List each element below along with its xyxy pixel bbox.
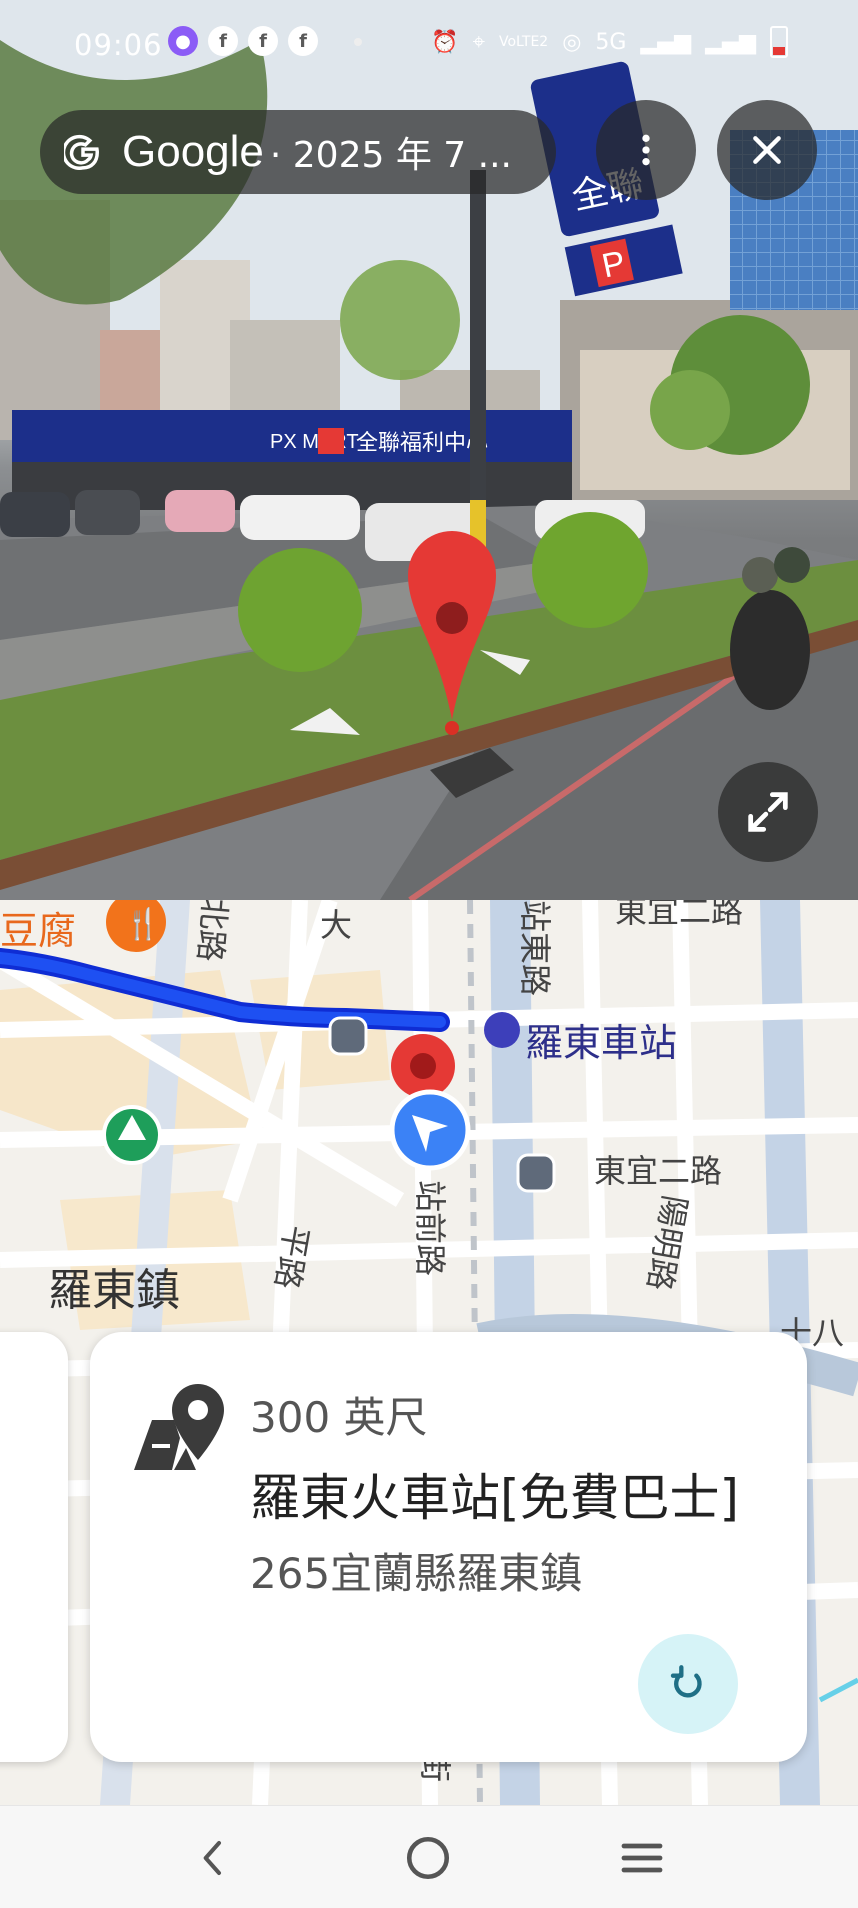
facebook-icon: f (248, 26, 278, 56)
map-label-tofu: 豆腐 (0, 909, 77, 953)
hotspot-icon: ◎ (562, 29, 582, 55)
place-route-icon (134, 1384, 224, 1470)
signal-icon: ▂▄▆ (640, 29, 692, 55)
system-icons: ⏰ ⌖ VoLTE2 ◎ 5G ▂▄▆ ▂▄▆ (431, 26, 788, 58)
recents-button[interactable] (612, 1832, 672, 1884)
previous-place-card[interactable] (0, 1332, 68, 1762)
map-label-east-road: 東宜二路 (594, 1152, 723, 1190)
map-label-road-top-right: 東宜二路 (615, 900, 744, 930)
refresh-button[interactable] (638, 1634, 738, 1734)
map-label-road-top-left: 北路 (190, 900, 235, 964)
google-icon (64, 134, 99, 171)
more-options-button[interactable] (596, 100, 696, 200)
battery-icon (770, 26, 788, 58)
home-button[interactable] (398, 1832, 458, 1884)
place-card[interactable]: 300 英尺 羅東火車站[免費巴士] 265宜蘭縣羅東鎮 (90, 1332, 807, 1762)
place-title: 羅東火車站[免費巴士] (250, 1469, 740, 1527)
signal-icon: ▂▄▆ (705, 29, 756, 55)
map-label-station-front-road: 站前路 (411, 1180, 449, 1277)
place-distance: 300 英尺 (250, 1393, 428, 1442)
volte-label: VoLTE2 (498, 34, 549, 50)
back-button[interactable] (184, 1832, 244, 1884)
status-time: 09:06 (74, 28, 163, 62)
map-label-town: 羅東鎮 (48, 1265, 180, 1316)
alarm-icon: ⏰ (431, 29, 459, 55)
facebook-icon: f (288, 26, 318, 56)
more-notifications-dot (354, 38, 362, 46)
home-icon (406, 1836, 450, 1880)
system-nav-bar (0, 1805, 858, 1908)
svg-text:PX MART: PX MART (270, 431, 359, 453)
google-brand: Google (122, 127, 264, 176)
expand-button[interactable] (718, 762, 818, 862)
street-view-panorama[interactable]: PX MART 全聯福利中心 全聯 P 09:06 ● f f f ⏰ ⌖ Vo… (0, 0, 858, 900)
svg-text:全聯福利中心: 全聯福利中心 (356, 431, 488, 456)
location-icon: ⌖ (472, 29, 485, 55)
refresh-icon (670, 1665, 702, 1698)
close-icon (753, 136, 781, 164)
expand-icon (748, 792, 788, 832)
account-icon: ● (168, 26, 198, 56)
back-icon (203, 1841, 221, 1875)
status-bar: 09:06 ● f f f ⏰ ⌖ VoLTE2 ◎ 5G ▂▄▆ ▂▄▆ (0, 0, 858, 90)
capture-date: · 2025 年 7 ... (269, 135, 512, 176)
close-button[interactable] (717, 100, 817, 200)
svg-text:🍴: 🍴 (124, 906, 161, 942)
map-label-station: 羅東車站 (525, 1021, 678, 1065)
more-vert-icon (642, 134, 650, 166)
map-label-station-east-road: 站東路 (516, 900, 554, 997)
facebook-icon: f (208, 26, 238, 56)
street-view-info-pill[interactable]: Google · 2025 年 7 ... (40, 110, 556, 194)
notification-icons: ● f f f (168, 26, 318, 56)
map-label-road-top-mid: 大 (320, 906, 353, 944)
place-address: 265宜蘭縣羅東鎮 (250, 1549, 583, 1598)
recents-icon (621, 1843, 663, 1873)
network-label: 5G (595, 29, 627, 55)
